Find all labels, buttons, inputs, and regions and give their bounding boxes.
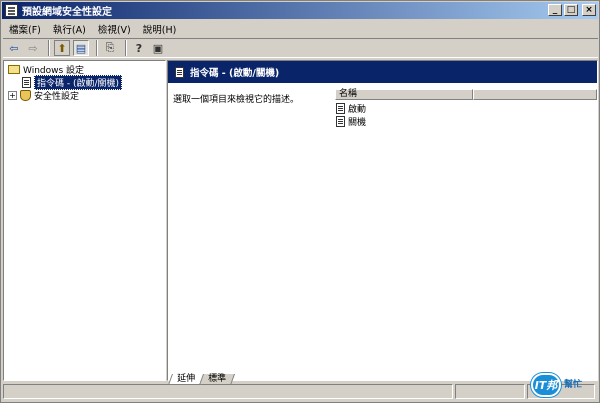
tree-item-label: 指令碼 - (啟動/關機) [34,75,123,90]
menu-action[interactable]: 執行(A) [47,22,92,36]
menu-help[interactable]: 說明(H) [137,22,183,36]
back-arrow-icon[interactable]: ⇦ [6,40,22,56]
menu-bar: 檔案(F) 執行(A) 檢視(V) 說明(H) [3,20,182,37]
toolbar-separator [48,40,50,56]
title-bar[interactable]: 預設網域安全性設定 _ □ × [2,2,598,19]
tab-label: 標準 [208,374,227,384]
list-header: 名稱 [335,89,597,100]
column-blank[interactable] [473,89,597,100]
toolbar-separator [96,40,98,56]
script-icon [22,77,31,88]
status-cell [455,384,525,399]
tab-extended[interactable]: 延伸 [167,374,205,385]
properties-icon[interactable]: ▣ [150,40,166,56]
close-button[interactable]: × [582,4,596,16]
maximize-button[interactable]: □ [564,4,578,16]
show-hide-tree-icon[interactable]: ▤ [73,40,89,56]
menu-file[interactable]: 檔案(F) [3,22,47,36]
minimize-button[interactable]: _ [548,4,562,16]
watermark-badge: IT邦 [531,373,561,397]
watermark-logo: IT邦 幫忙 [531,369,597,401]
list-item-label: 啟動 [348,104,367,115]
list-item[interactable]: 啟動 [336,102,367,115]
help-icon[interactable]: ? [131,40,147,56]
tree-item-security-settings[interactable]: + 安全性設定 [8,89,79,102]
watermark-text: 幫忙 [564,380,582,390]
tab-label: 延伸 [177,374,196,384]
console-tree[interactable]: Windows 設定 指令碼 - (啟動/關機) + 安全性設定 [3,60,166,381]
column-name[interactable]: 名稱 [335,89,473,100]
toolbar-separator [125,40,127,56]
expand-icon[interactable]: + [8,91,17,100]
list-item[interactable]: 關機 [336,115,367,128]
export-list-icon[interactable]: ⎘ [102,40,118,56]
description-text: 選取一個項目來檢視它的描述。 [173,95,300,105]
status-bar [3,384,599,400]
tree-item-scripts[interactable]: 指令碼 - (啟動/關機) [22,75,123,90]
window-controls: _ □ × [548,4,596,16]
toolbar: ⇦ ⇨ ⬆ ▤ ⎘ ? ▣ [3,38,598,58]
security-icon [20,90,31,101]
script-icon [175,66,184,78]
up-folder-icon[interactable]: ⬆ [54,40,70,56]
tree-item-label: 安全性設定 [34,92,80,102]
list-item-label: 關機 [348,117,367,128]
watermark-line: 幫忙 [564,380,583,390]
script-icon [336,115,345,127]
app-icon[interactable] [5,4,18,17]
forward-arrow-icon[interactable]: ⇨ [25,40,41,56]
banner-title: 指令碼 - (啟動/關機) [190,68,280,79]
main-window: 預設網域安全性設定 _ □ × 檔案(F) 執行(A) 檢視(V) 說明(H) … [0,0,600,403]
menu-view[interactable]: 檢視(V) [92,22,137,36]
status-cell [3,384,453,399]
details-pane: 指令碼 - (啟動/關機) 選取一個項目來檢視它的描述。 名稱 啟動 關機 延伸… [167,60,598,385]
folder-icon [8,65,20,74]
window-title: 預設網域安全性設定 [22,7,112,18]
details-banner: 指令碼 - (啟動/關機) [168,61,597,83]
script-icon [336,102,345,114]
